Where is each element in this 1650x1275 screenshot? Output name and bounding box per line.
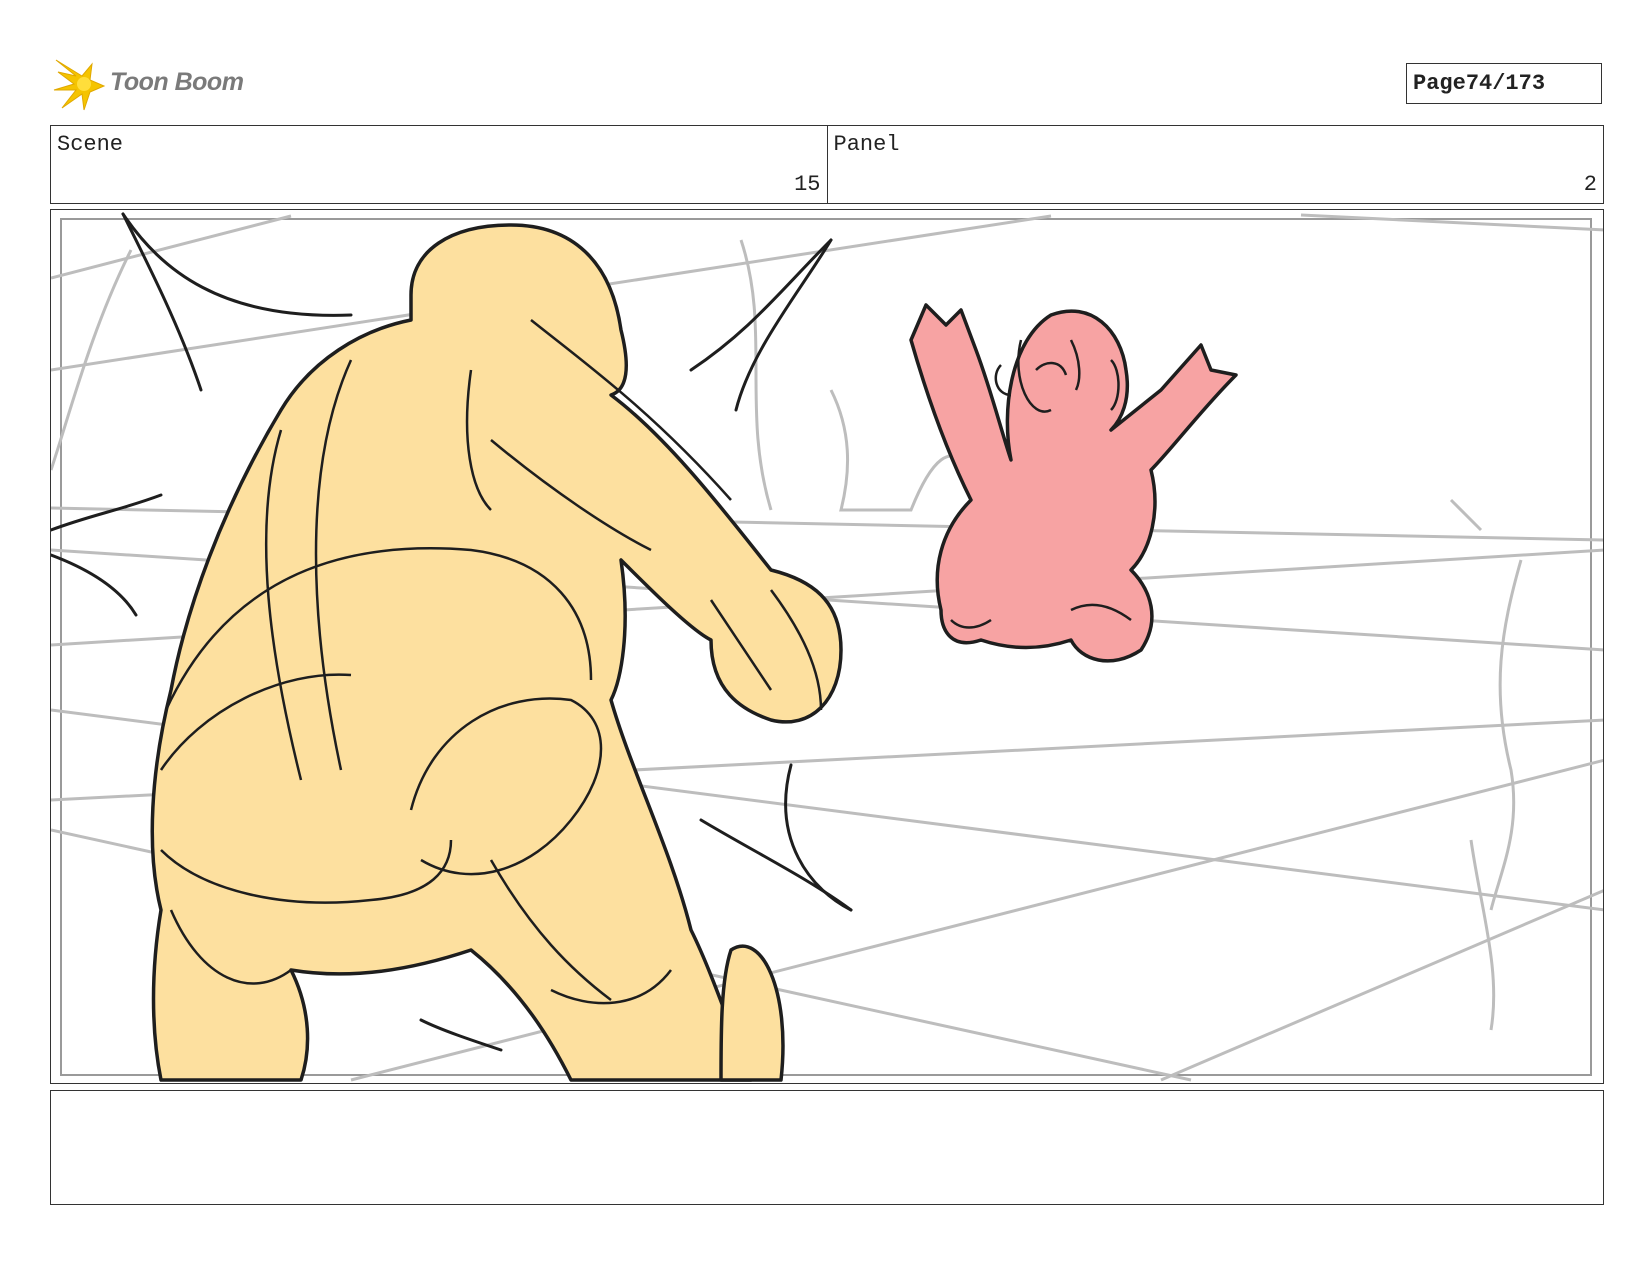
pink-creature	[909, 303, 1238, 663]
logo-text: Toon Boom	[110, 68, 244, 96]
panel-sketch	[51, 212, 1603, 1082]
page-number-box: Page 74/173	[1406, 63, 1602, 104]
panel-cell: Panel 2	[826, 126, 1604, 203]
notes-area	[50, 1090, 1604, 1205]
toon-boom-logo-icon	[53, 59, 106, 111]
toon-boom-logo: Toon Boom	[52, 56, 262, 112]
scene-panel-header: Scene 15 Panel 2	[50, 125, 1604, 204]
scene-label: Scene	[57, 132, 124, 157]
page-number: 74/173	[1465, 71, 1546, 96]
scene-cell: Scene 15	[51, 126, 827, 203]
panel-label: Panel	[833, 132, 900, 157]
panel-value: 2	[1583, 172, 1597, 197]
yellow-character	[150, 223, 843, 1082]
scene-value: 15	[794, 172, 821, 197]
page-label: Page	[1413, 71, 1466, 96]
storyboard-panel-image	[50, 209, 1604, 1084]
